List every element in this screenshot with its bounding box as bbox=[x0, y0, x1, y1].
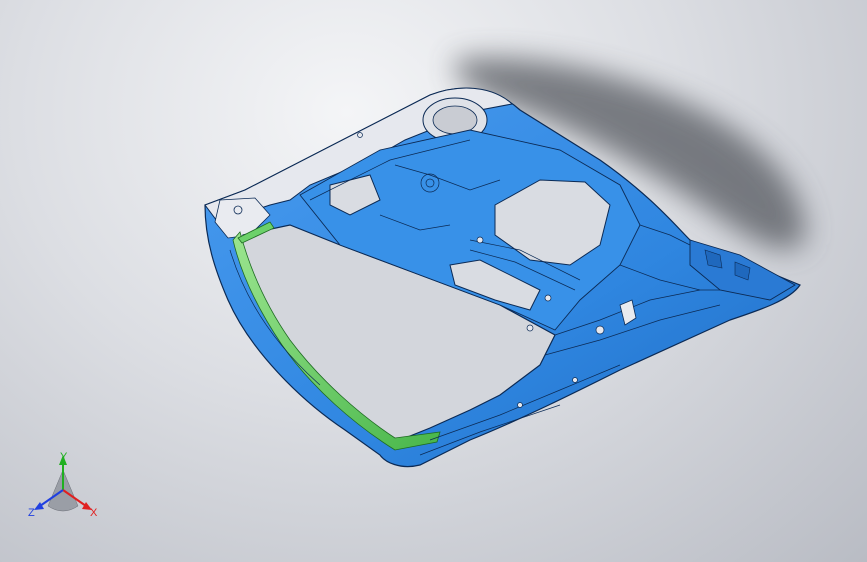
z-axis-label: Z bbox=[28, 507, 35, 519]
model-canvas[interactable]: Y X Z bbox=[0, 0, 867, 562]
axis-triad[interactable]: Y X Z bbox=[28, 451, 98, 519]
x-axis-label: X bbox=[90, 507, 98, 519]
y-axis-label: Y bbox=[60, 451, 68, 463]
graphics-viewport[interactable]: Y X Z bbox=[0, 0, 867, 562]
